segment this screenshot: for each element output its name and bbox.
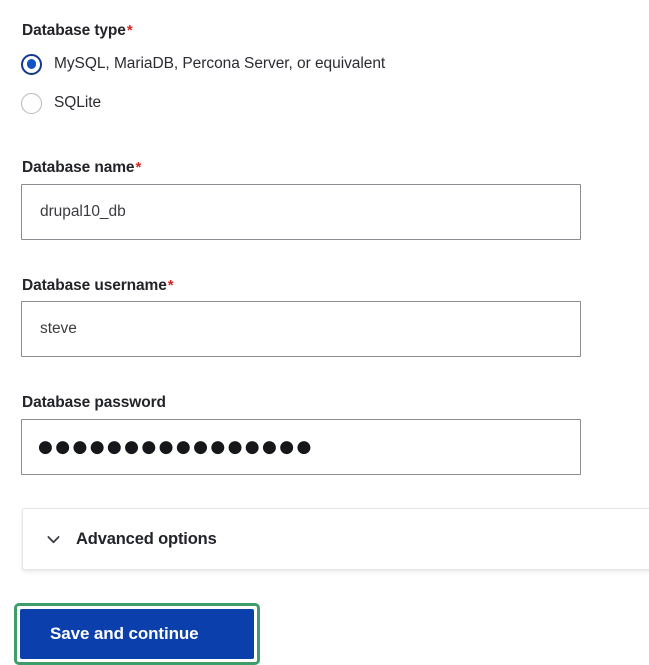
radio-mysql-icon[interactable] bbox=[21, 53, 42, 75]
database-type-label: Database type* bbox=[22, 22, 133, 40]
database-username-label: Database username* bbox=[22, 277, 174, 295]
database-name-label-text: Database name bbox=[22, 159, 135, 176]
database-password-masked-value: ●●●●●●●●●●●●●●●● bbox=[38, 436, 314, 457]
database-name-input[interactable]: drupal10_db bbox=[21, 184, 581, 240]
radio-option-sqlite-label: SQLite bbox=[54, 94, 102, 111]
database-type-label-text: Database type bbox=[22, 22, 126, 39]
database-name-required-marker: * bbox=[135, 159, 142, 176]
radio-option-mysql[interactable]: MySQL, MariaDB, Percona Server, or equiv… bbox=[21, 52, 385, 76]
save-and-continue-button[interactable]: Save and continue bbox=[20, 609, 254, 659]
radio-option-sqlite[interactable]: SQLite bbox=[21, 91, 101, 115]
database-username-required-marker: * bbox=[167, 277, 174, 294]
database-type-required-marker: * bbox=[126, 22, 133, 39]
database-username-input[interactable]: steve bbox=[21, 301, 581, 357]
advanced-options-toggle[interactable]: Advanced options bbox=[22, 508, 649, 570]
database-password-label: Database password bbox=[22, 394, 166, 412]
database-name-label: Database name* bbox=[22, 159, 141, 177]
database-username-input-value: steve bbox=[40, 320, 77, 337]
database-password-input[interactable]: ●●●●●●●●●●●●●●●● bbox=[21, 419, 581, 475]
database-password-label-text: Database password bbox=[22, 394, 166, 411]
save-and-continue-focus-ring: Save and continue bbox=[14, 603, 260, 665]
chevron-down-icon bbox=[47, 535, 60, 543]
radio-sqlite-icon[interactable] bbox=[21, 92, 42, 114]
advanced-options-label: Advanced options bbox=[76, 529, 217, 548]
database-configuration-form: Database type* MySQL, MariaDB, Percona S… bbox=[0, 0, 649, 665]
database-name-input-value: drupal10_db bbox=[40, 203, 126, 220]
database-username-label-text: Database username bbox=[22, 277, 167, 294]
radio-option-mysql-label: MySQL, MariaDB, Percona Server, or equiv… bbox=[54, 55, 386, 72]
